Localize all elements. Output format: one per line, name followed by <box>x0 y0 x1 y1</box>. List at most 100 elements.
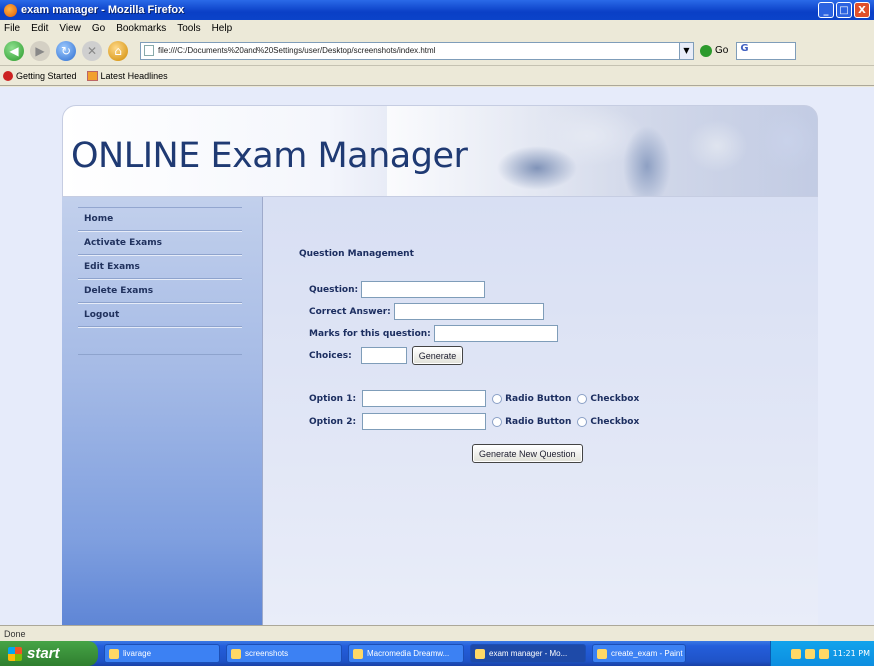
taskbar-item-label: Macromedia Dreamw... <box>367 649 450 658</box>
bookmark-label: Latest Headlines <box>100 71 168 81</box>
sidebar: Home Activate Exams Edit Exams Delete Ex… <box>62 197 262 625</box>
option-2-radio-button-radio[interactable] <box>492 416 503 427</box>
menu-view[interactable]: View <box>59 23 81 34</box>
address-bar[interactable]: file:///C:/Documents%20and%20Settings/us… <box>140 41 680 60</box>
system-tray: 11:21 PM <box>770 641 874 666</box>
sidebar-item-activate-exams[interactable]: Activate Exams <box>78 231 242 255</box>
chevron-down-icon[interactable]: ▼ <box>680 41 694 60</box>
menu-file[interactable]: File <box>4 23 20 34</box>
taskbar-item-active[interactable]: exam manager - Mo... <box>470 644 586 663</box>
taskbar-item-label: exam manager - Mo... <box>489 649 568 658</box>
marks-label: Marks for this question: <box>309 328 431 339</box>
option-2-label: Option 2: <box>309 416 357 427</box>
radio-button-label: Radio Button <box>505 393 572 404</box>
maximize-button[interactable]: □ <box>836 2 852 18</box>
tray-icon[interactable] <box>804 648 815 659</box>
radio-button-label: Radio Button <box>505 416 572 427</box>
question-label: Question: <box>309 284 359 295</box>
menu-go[interactable]: Go <box>92 23 105 34</box>
taskbar-item[interactable]: screenshots <box>226 644 342 663</box>
question-row: Question: <box>309 281 486 298</box>
option-1-type-group: Radio Button Checkbox <box>492 393 645 404</box>
checkbox-label: Checkbox <box>590 416 640 427</box>
status-text: Done <box>4 628 26 639</box>
forward-arrow-icon[interactable]: ▶ <box>30 40 50 61</box>
page-viewport: ONLINE Exam Manager Home Activate Exams … <box>0 87 874 625</box>
option-1-label: Option 1: <box>309 393 357 404</box>
rss-icon <box>86 71 98 81</box>
home-icon[interactable]: ⌂ <box>108 40 128 61</box>
generate-new-question-button[interactable]: Generate New Question <box>472 444 583 463</box>
option-2-input[interactable] <box>362 413 487 430</box>
address-text: file:///C:/Documents%20and%20Settings/us… <box>158 46 436 55</box>
taskbar-item-label: create_exam - Paint <box>611 649 683 658</box>
stop-icon[interactable]: ✕ <box>82 40 102 61</box>
main-content: Question Management Question: Correct An… <box>262 197 818 625</box>
window-titlebar[interactable]: exam manager - Mozilla Firefox _ □ X <box>0 0 874 20</box>
firefox-icon <box>4 3 17 17</box>
taskbar: start livarage screenshots Macromedia Dr… <box>0 641 874 666</box>
search-input[interactable]: G <box>736 41 797 60</box>
site-banner: ONLINE Exam Manager <box>62 105 818 197</box>
bookmarks-toolbar: Getting Started Latest Headlines <box>0 67 874 86</box>
option-1-checkbox-radio[interactable] <box>577 393 588 404</box>
taskbar-item-label: screenshots <box>245 649 289 658</box>
generate-button[interactable]: Generate <box>411 346 464 365</box>
reload-icon[interactable]: ↻ <box>56 40 76 61</box>
paint-icon <box>597 648 607 659</box>
tray-icon[interactable] <box>818 648 829 659</box>
section-heading: Question Management <box>299 249 414 259</box>
folder-icon <box>109 648 119 659</box>
bookmark-icon <box>3 71 13 81</box>
start-label: start <box>27 645 60 662</box>
status-bar: Done <box>0 625 874 641</box>
sidebar-item-home[interactable]: Home <box>78 207 242 231</box>
menu-help[interactable]: Help <box>212 23 233 34</box>
sidebar-item-delete-exams[interactable]: Delete Exams <box>78 279 242 303</box>
bookmark-latest-headlines[interactable]: Latest Headlines <box>86 71 168 81</box>
option-2-type-group: Radio Button Checkbox <box>492 416 645 427</box>
option-1-row: Option 1: Radio Button Checkbox <box>309 390 645 407</box>
window-title: exam manager - Mozilla Firefox <box>21 4 185 16</box>
option-2-row: Option 2: Radio Button Checkbox <box>309 413 645 430</box>
menu-edit[interactable]: Edit <box>31 23 48 34</box>
choices-row: Choices: Generate <box>309 346 464 365</box>
option-1-input[interactable] <box>362 390 487 407</box>
taskbar-item[interactable]: create_exam - Paint <box>592 644 686 663</box>
marks-input[interactable] <box>433 325 558 342</box>
page-icon <box>144 45 154 56</box>
close-button[interactable]: X <box>854 2 870 18</box>
bookmark-getting-started[interactable]: Getting Started <box>3 71 77 81</box>
question-input[interactable] <box>361 281 486 298</box>
bookmark-label: Getting Started <box>16 71 77 81</box>
navigation-toolbar: ◀ ▶ ↻ ✕ ⌂ file:///C:/Documents%20and%20S… <box>0 36 874 66</box>
taskbar-item[interactable]: livarage <box>104 644 220 663</box>
menu-tools[interactable]: Tools <box>177 23 200 34</box>
site-logo: ONLINE Exam Manager <box>71 136 468 176</box>
minimize-button[interactable]: _ <box>818 2 834 18</box>
answer-row: Correct Answer: <box>309 303 544 320</box>
marks-row: Marks for this question: <box>309 325 558 342</box>
option-2-checkbox-radio[interactable] <box>577 416 588 427</box>
tray-icon[interactable] <box>790 648 801 659</box>
sidebar-item-logout[interactable]: Logout <box>78 303 242 327</box>
option-1-radio-button-radio[interactable] <box>492 393 503 404</box>
taskbar-item[interactable]: Macromedia Dreamw... <box>348 644 464 663</box>
back-arrow-icon[interactable]: ◀ <box>4 40 24 61</box>
sidebar-divider <box>78 327 242 355</box>
choices-input[interactable] <box>360 347 407 364</box>
checkbox-label: Checkbox <box>590 393 640 404</box>
go-icon <box>700 44 712 57</box>
go-button[interactable]: Go <box>700 44 728 57</box>
start-button[interactable]: start <box>0 641 98 666</box>
clock: 11:21 PM <box>832 649 870 658</box>
folder-icon <box>231 648 241 659</box>
choices-label: Choices: <box>309 350 352 361</box>
correct-answer-input[interactable] <box>393 303 544 320</box>
menu-bar: File Edit View Go Bookmarks Tools Help <box>0 20 874 36</box>
windows-flag-icon <box>8 646 22 661</box>
menu-bookmarks[interactable]: Bookmarks <box>116 23 166 34</box>
firefox-icon <box>475 648 485 659</box>
sidebar-item-edit-exams[interactable]: Edit Exams <box>78 255 242 279</box>
answer-label: Correct Answer: <box>309 306 391 317</box>
